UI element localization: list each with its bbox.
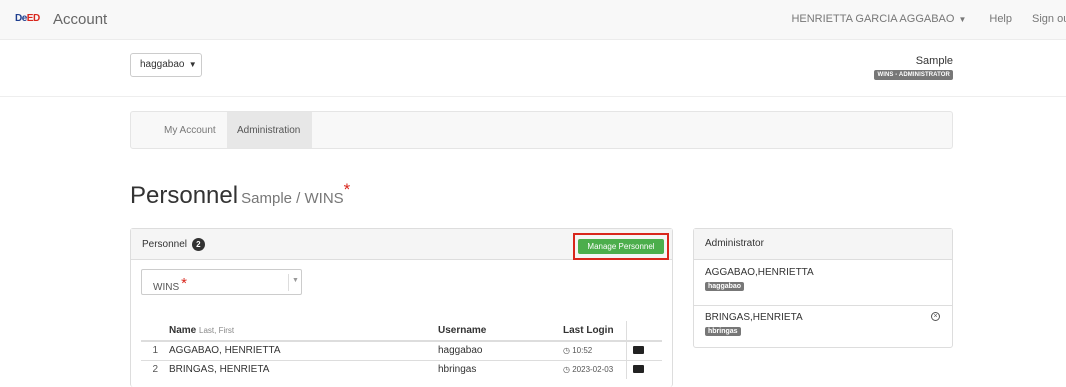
row-last-login: ◷ 10:52 (557, 340, 626, 360)
folder-icon[interactable] (632, 365, 644, 374)
nav-tabs: My Account Administration (130, 111, 953, 149)
table-header-row: Name Last, First Username Last Login (141, 321, 662, 342)
admin-list-item: AGGABAO,HENRIETTA haggabao (694, 261, 952, 305)
org-name: Sample (915, 55, 953, 67)
role-badge: WINS - ADMINISTRATOR (874, 70, 953, 80)
action-header (625, 321, 662, 342)
last-login-value: 2023-02-03 (572, 365, 614, 375)
row-action (625, 340, 662, 360)
deped-logo[interactable]: DeED (15, 13, 40, 24)
index-header (141, 321, 163, 342)
personnel-panel: Personnel 2 Manage Personnel WINS * ▼ Nam… (130, 228, 673, 387)
clock-icon: ◷ (563, 365, 570, 375)
manage-personnel-button[interactable]: Manage Personnel (578, 239, 664, 254)
top-navbar: DeED Account HENRIETTA GARCIA AGGABAO ▼ H… (0, 0, 1066, 40)
user-name: HENRIETTA GARCIA AGGABAO (791, 13, 955, 25)
last-login-value: 10:52 (572, 346, 593, 356)
admin-name: AGGABAO,HENRIETTA (705, 267, 814, 278)
row-action (625, 359, 662, 379)
required-mark: * (181, 275, 187, 292)
office-select-text: WINS (153, 282, 180, 293)
page-title: Personnel Sample / WINS* (130, 180, 351, 210)
row-index: 2 (141, 359, 163, 379)
administrator-panel-title: Administrator (705, 238, 764, 249)
personnel-title-text: Personnel (142, 239, 188, 250)
select-divider (288, 274, 289, 291)
help-link[interactable]: Help (989, 13, 1012, 25)
logo-part-2: ED (26, 13, 40, 24)
navbar-right-menu: HENRIETTA GARCIA AGGABAO▼ Help Sign out (791, 13, 1066, 25)
table-row[interactable]: 2 BRINGAS, HENRIETA hbringas ◷ 2023-02-0… (141, 359, 662, 379)
admin-username-badge: haggabao (705, 282, 745, 291)
required-mark: * (343, 180, 351, 199)
caret-down-icon: ▼ (186, 60, 197, 69)
username-header[interactable]: Username (432, 321, 557, 342)
name-header-hint: Last, First (199, 326, 235, 335)
highlight-box: Manage Personnel (573, 233, 669, 260)
administrator-panel: Administrator AGGABAO,HENRIETTA haggabao… (693, 228, 953, 348)
chevron-down-icon[interactable]: ▼ (292, 277, 299, 284)
office-select[interactable]: WINS * ▼ (141, 269, 302, 295)
table-row[interactable]: 1 AGGABAO, HENRIETTA haggabao ◷ 10:52 (141, 340, 662, 360)
page-title-main: Personnel (130, 182, 239, 209)
name-header-label: Name (169, 325, 197, 336)
personnel-panel-header: Personnel 2 Manage Personnel (131, 229, 672, 260)
page-subtitle: Sample / WINS (241, 190, 344, 207)
account-dropdown-label: haggabao (140, 59, 185, 70)
row-username: hbringas (432, 359, 557, 379)
tab-administration[interactable]: Administration (227, 112, 312, 148)
personnel-count-badge: 2 (191, 238, 205, 251)
personnel-table: Name Last, First Username Last Login 1 A… (141, 321, 662, 379)
caret-down-icon: ▼ (958, 15, 967, 24)
office-select-value: WINS * (153, 275, 187, 294)
logo-part-1: De (15, 13, 27, 24)
clock-icon: ◷ (563, 346, 570, 356)
administrator-panel-header: Administrator (694, 229, 952, 260)
row-name: BRINGAS, HENRIETA (163, 359, 432, 379)
tab-my-account[interactable]: My Account (164, 112, 216, 148)
row-username: haggabao (432, 340, 557, 360)
remove-circle-icon[interactable]: × (931, 312, 940, 321)
row-last-login: ◷ 2023-02-03 (557, 359, 626, 379)
divider (0, 96, 1066, 97)
admin-name: BRINGAS,HENRIETA (705, 312, 803, 323)
row-name: AGGABAO, HENRIETTA (163, 340, 432, 360)
personnel-panel-title: Personnel 2 (142, 238, 205, 251)
folder-icon[interactable] (632, 346, 644, 355)
admin-list-item: BRINGAS,HENRIETA hbringas × (694, 305, 952, 349)
last-login-header[interactable]: Last Login (557, 321, 626, 342)
admin-username-badge: hbringas (705, 327, 741, 336)
name-header[interactable]: Name Last, First (163, 321, 432, 342)
account-dropdown-button[interactable]: haggabao ▼ (130, 53, 202, 77)
row-index: 1 (141, 340, 163, 360)
user-menu-dropdown[interactable]: HENRIETTA GARCIA AGGABAO ▼ (791, 13, 966, 25)
signout-link[interactable]: Sign out (1032, 13, 1066, 25)
brand-title[interactable]: Account (53, 11, 107, 28)
